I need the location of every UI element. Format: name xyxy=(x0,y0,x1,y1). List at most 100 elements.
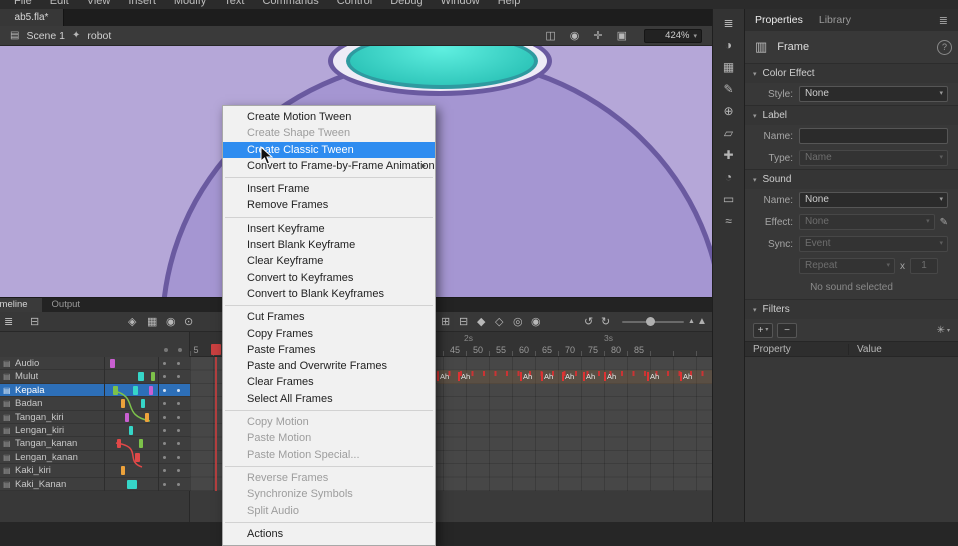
menu-item-convert-to-frame-by-frame-animation[interactable]: Convert to Frame-by-Frame Animation▸ xyxy=(223,158,435,174)
menu-item-paste-motion-special[interactable]: Paste Motion Special... xyxy=(223,447,435,463)
sound-effect-select[interactable]: None xyxy=(799,214,935,230)
layer-lock-dot[interactable] xyxy=(177,389,180,392)
insert-frame-icon[interactable]: ⊞ xyxy=(441,312,450,332)
collapse-panels-icon[interactable]: ≣ xyxy=(723,17,733,30)
zoom-out-frames-icon[interactable]: ▲ xyxy=(688,312,695,332)
edit-envelope-icon[interactable]: ✎ xyxy=(940,217,948,228)
layer-lock-dot[interactable] xyxy=(177,362,180,365)
tab-properties[interactable]: Properties xyxy=(755,14,803,26)
menu-item-clear-keyframe[interactable]: Clear Keyframe xyxy=(223,253,435,269)
menu-item-cut-frames[interactable]: Cut Frames xyxy=(223,309,435,325)
menubar-item-text[interactable]: Text xyxy=(224,0,244,8)
menu-item-remove-frames[interactable]: Remove Frames xyxy=(223,197,435,213)
stage-center-icon[interactable]: ▣ xyxy=(617,29,627,42)
info-icon[interactable]: ⊕ xyxy=(723,105,733,118)
transform-icon[interactable]: ▱ xyxy=(724,127,733,140)
brushes-icon[interactable]: ✎ xyxy=(723,83,733,96)
layer-lock-dot[interactable] xyxy=(177,416,180,419)
layer-row-audio[interactable]: ▤Audio xyxy=(0,357,190,370)
swatches-icon[interactable]: ▦ xyxy=(723,61,734,74)
layer-visibility-dot[interactable] xyxy=(163,469,166,472)
label-name-input[interactable] xyxy=(799,128,948,144)
style-select[interactable]: None xyxy=(799,86,948,102)
sound-name-select[interactable]: None xyxy=(799,192,948,208)
label-type-select[interactable]: Name xyxy=(799,150,948,166)
layer-lock-dot[interactable] xyxy=(177,429,180,432)
layer-row-kaki_kiri[interactable]: ▤Kaki_kiri xyxy=(0,464,190,477)
paint-bucket-icon[interactable]: ◉ xyxy=(570,29,580,42)
menubar-item-help[interactable]: Help xyxy=(498,0,521,8)
menu-item-paste-motion[interactable]: Paste Motion xyxy=(223,430,435,446)
menu-item-create-shape-tween[interactable]: Create Shape Tween xyxy=(223,125,435,141)
keyframe-view-icon[interactable]: ◈ xyxy=(128,312,136,332)
layer-row-kaki_kanan[interactable]: ▤Kaki_Kanan xyxy=(0,478,190,491)
step-forward-icon[interactable]: ↻ xyxy=(601,312,610,332)
layer-row-tangan_kiri[interactable]: ▤Tangan_kiri xyxy=(0,411,190,424)
section-sound[interactable]: ▾ Sound xyxy=(745,169,958,189)
layer-lock-dot[interactable] xyxy=(177,375,180,378)
layer-visibility-dot[interactable] xyxy=(163,375,166,378)
menu-item-clear-frames[interactable]: Clear Frames xyxy=(223,374,435,390)
repeat-count-field[interactable]: 1 xyxy=(910,258,938,274)
layer-row-lengan_kiri[interactable]: ▤Lengan_kiri xyxy=(0,424,190,437)
symbol-breadcrumb[interactable]: robot xyxy=(87,30,111,42)
layer-lock-dot[interactable] xyxy=(177,456,180,459)
delete-layer-icon[interactable]: ⊟ xyxy=(30,312,39,332)
menu-item-select-all-frames[interactable]: Select All Frames xyxy=(223,391,435,407)
menu-item-reverse-frames[interactable]: Reverse Frames xyxy=(223,470,435,486)
playhead[interactable] xyxy=(211,344,221,355)
timeline-zoom-knob[interactable] xyxy=(646,317,655,326)
layer-visibility-dot[interactable] xyxy=(163,402,166,405)
scene-breadcrumb[interactable]: Scene 1 xyxy=(26,30,65,42)
layer-visibility-dot[interactable] xyxy=(163,442,166,445)
remove-filter-button[interactable]: − xyxy=(777,323,797,338)
camera-icon[interactable]: ◫ xyxy=(545,29,555,42)
menu-item-create-classic-tween[interactable]: Create Classic Tween xyxy=(223,142,435,158)
onion-skin-icon[interactable]: ◎ xyxy=(513,312,523,332)
tab-timeline[interactable]: Timeline xyxy=(0,298,42,312)
menu-item-actions[interactable]: Actions xyxy=(223,526,435,542)
zoom-in-frames-icon[interactable]: ▲ xyxy=(697,312,707,332)
menu-item-create-motion-tween[interactable]: Create Motion Tween xyxy=(223,109,435,125)
menu-item-paste-frames[interactable]: Paste Frames xyxy=(223,342,435,358)
tab-output[interactable]: Output xyxy=(42,298,91,312)
timeline-menu-icon[interactable]: ≣ xyxy=(4,312,13,332)
layer-row-kepala[interactable]: ▤Kepala xyxy=(0,384,190,397)
layer-row-lengan_kanan[interactable]: ▤Lengan_kanan xyxy=(0,451,190,464)
panel-menu-icon[interactable]: ≣ xyxy=(939,14,948,27)
history-icon[interactable]: ◔ xyxy=(725,171,732,184)
menu-item-split-audio[interactable]: Split Audio xyxy=(223,503,435,519)
lock-column-icon[interactable] xyxy=(178,348,182,352)
layer-lock-dot[interactable] xyxy=(177,402,180,405)
menubar-item-view[interactable]: View xyxy=(87,0,111,8)
align-icon[interactable]: ✚ xyxy=(723,149,733,162)
menubar-item-commands[interactable]: Commands xyxy=(262,0,318,8)
outline-view-icon[interactable]: ⊙ xyxy=(184,312,193,332)
layer-visibility-dot[interactable] xyxy=(163,456,166,459)
menubar-item-edit[interactable]: Edit xyxy=(50,0,69,8)
menubar-item-insert[interactable]: Insert xyxy=(128,0,156,8)
menu-item-insert-blank-keyframe[interactable]: Insert Blank Keyframe xyxy=(223,237,435,253)
sound-repeat-select[interactable]: Repeat xyxy=(799,258,895,274)
layer-row-badan[interactable]: ▤Badan xyxy=(0,397,190,410)
layer-lock-dot[interactable] xyxy=(177,483,180,486)
layer-lock-dot[interactable] xyxy=(177,469,180,472)
loop-playback-icon[interactable]: ↺ xyxy=(584,312,593,332)
menu-item-paste-and-overwrite-frames[interactable]: Paste and Overwrite Frames xyxy=(223,358,435,374)
menu-item-copy-motion[interactable]: Copy Motion xyxy=(223,414,435,430)
menubar-item-file[interactable]: File xyxy=(14,0,32,8)
menu-item-copy-frames[interactable]: Copy Frames xyxy=(223,326,435,342)
scene-icon[interactable]: ▭ xyxy=(723,193,734,206)
filter-options-button[interactable]: ✳ ▾ xyxy=(937,325,950,336)
insert-blank-keyframe-icon[interactable]: ◇ xyxy=(495,312,503,332)
layer-lock-dot[interactable] xyxy=(177,442,180,445)
layer-visibility-dot[interactable] xyxy=(163,416,166,419)
remove-frame-icon[interactable]: ⊟ xyxy=(459,312,468,332)
document-tab[interactable]: ab5.fla* xyxy=(0,9,64,26)
show-all-layers-icon[interactable]: ◉ xyxy=(166,312,176,332)
menu-item-synchronize-symbols[interactable]: Synchronize Symbols xyxy=(223,486,435,502)
add-filter-button[interactable]: + ▾ xyxy=(753,323,773,338)
layer-visibility-dot[interactable] xyxy=(163,362,166,365)
tab-library[interactable]: Library xyxy=(819,14,851,26)
onion-skin-outline-icon[interactable]: ◉ xyxy=(531,312,541,332)
